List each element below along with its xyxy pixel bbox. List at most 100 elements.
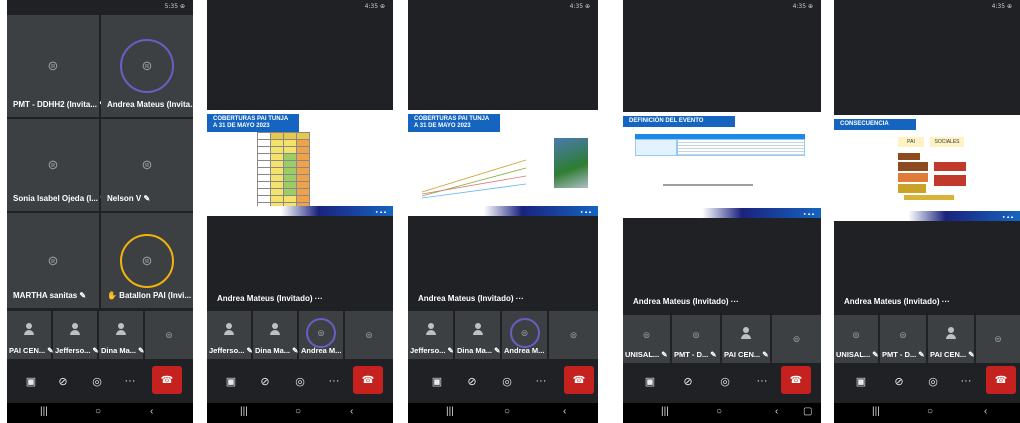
strip-tile[interactable]: PAI CEN... ✎ — [928, 315, 974, 363]
person-icon — [270, 323, 280, 337]
person-icon: ⊜ — [47, 252, 59, 268]
strip-tile[interactable]: Jefferso... ✎ — [408, 311, 454, 359]
phone-screen-4: 4:35 ⊕ DEFINICIÓN DEL EVENTO ● ▲▲ Andrea… — [623, 0, 821, 423]
status-bar: 4:35 ⊕ — [569, 3, 590, 10]
strip-tile[interactable]: ⊜ PMT - D... ✎ — [672, 315, 720, 363]
back-icon[interactable]: ‹ — [775, 406, 778, 417]
strip-tile[interactable]: Dina Ma... ✎ — [99, 311, 145, 359]
mic-off-icon[interactable]: ⊘ — [54, 372, 72, 390]
call-controls: ▣ ⊘ ◎ ··· ☎ — [623, 364, 821, 398]
presenter-label: Andrea Mateus (Invitado) ··· — [844, 297, 950, 306]
home-icon[interactable]: ○ — [95, 406, 101, 417]
hangup-button[interactable]: ☎ — [781, 366, 811, 394]
back-icon[interactable]: ‹ — [150, 406, 153, 417]
audio-icon[interactable]: ◎ — [924, 372, 942, 390]
consequence-bar — [898, 184, 926, 193]
keyboard-toggle-icon[interactable]: ▢ — [803, 406, 812, 417]
camera-off-icon[interactable]: ▣ — [641, 372, 659, 390]
strip-tile[interactable]: ⊜ PMT - D... ✎ — [880, 315, 926, 363]
pai-box: PAI — [898, 137, 924, 147]
strip-tile[interactable]: Jefferso... ✎ — [53, 311, 99, 359]
hangup-button[interactable]: ☎ — [986, 366, 1016, 394]
recents-icon[interactable]: ||| — [40, 406, 48, 417]
strip-tile[interactable]: ⊜ Andrea M... — [299, 311, 343, 359]
mic-off-icon[interactable]: ⊘ — [890, 372, 908, 390]
strip-tile[interactable]: Dina Ma... ✎ — [455, 311, 500, 359]
strip-tile[interactable]: PAI CEN... ✎ — [7, 311, 53, 359]
strip-label: Dina Ma... ✎ — [101, 346, 145, 355]
participant-tile[interactable]: ⊜ Nelson V ✎ — [101, 119, 193, 211]
phone-screen-3: 4:35 ⊕ COBERTURAS PAI TUNJA A 31 DE MAYO… — [408, 0, 598, 423]
hangup-button[interactable]: ☎ — [564, 366, 594, 394]
mic-off-icon[interactable]: ⊘ — [463, 372, 481, 390]
camera-off-icon[interactable]: ▣ — [22, 372, 40, 390]
strip-label: Jefferso... ✎ — [55, 346, 99, 355]
strip-label: PAI CEN... ✎ — [724, 350, 769, 359]
person-icon: ⊜ — [569, 329, 578, 340]
audio-icon[interactable]: ◎ — [88, 372, 106, 390]
strip-tile[interactable]: Jefferso... ✎ — [207, 311, 253, 359]
strip-tile[interactable]: ⊜ Andrea M... — [502, 311, 547, 359]
android-nav-bar: ||| ○ ‹ ▢ — [623, 403, 821, 423]
more-icon[interactable]: ··· — [121, 372, 139, 390]
mic-off-icon[interactable]: ⊘ — [679, 372, 697, 390]
person-icon: ⊜ — [165, 329, 173, 340]
slide-footer: ● ▲▲ — [408, 206, 598, 216]
strip-label: Dina Ma... ✎ — [255, 346, 299, 355]
strip-tile[interactable]: PAI CEN... ✎ — [722, 315, 770, 363]
audio-icon[interactable]: ◎ — [716, 372, 734, 390]
back-icon[interactable]: ‹ — [984, 406, 987, 417]
call-controls: ▣ ⊘ ◎ ··· ☎ — [7, 364, 193, 398]
hangup-icon: ☎ — [160, 374, 174, 386]
slide-title: CONSECUENCIA — [834, 119, 916, 130]
camera-off-icon[interactable]: ▣ — [222, 372, 240, 390]
recents-icon[interactable]: ||| — [240, 406, 248, 417]
hangup-icon: ☎ — [789, 374, 803, 386]
home-icon[interactable]: ○ — [295, 406, 301, 417]
home-icon[interactable]: ○ — [927, 406, 933, 417]
strip-tile[interactable]: ⊜ — [549, 311, 598, 359]
participant-tile[interactable]: ⊜ Sonia Isabel Ojeda (I... ✎ — [7, 119, 101, 211]
strip-tile[interactable]: ⊜ — [145, 311, 193, 359]
more-icon[interactable]: ··· — [325, 372, 343, 390]
more-icon[interactable]: ··· — [532, 372, 550, 390]
home-icon[interactable]: ○ — [716, 406, 722, 417]
participant-tile[interactable]: ⊜ ✋ Batallon PAI (Invi... ✎ — [101, 213, 193, 308]
definition-table — [635, 134, 805, 156]
participant-tile[interactable]: ⊜ PMT - DDHH2 (Invita... ✎ — [7, 15, 101, 117]
mic-off-icon[interactable]: ⊘ — [256, 372, 274, 390]
strip-tile[interactable]: ⊜ UNISAL... ✎ — [623, 315, 670, 363]
recents-icon[interactable]: ||| — [661, 406, 669, 417]
strip-tile[interactable]: ⊜ — [772, 315, 821, 363]
back-icon[interactable]: ‹ — [563, 406, 566, 417]
recents-icon[interactable]: ||| — [872, 406, 880, 417]
hangup-button[interactable]: ☎ — [353, 366, 383, 394]
more-icon[interactable]: ··· — [753, 372, 771, 390]
strip-tile[interactable]: ⊜ — [976, 315, 1020, 363]
participant-tile[interactable]: ⊜ MARTHA sanitas ✎ — [7, 213, 99, 308]
audio-icon[interactable]: ◎ — [291, 372, 309, 390]
camera-off-icon[interactable]: ▣ — [428, 372, 446, 390]
more-icon[interactable]: ··· — [957, 372, 975, 390]
strip-tile[interactable]: ⊜ — [345, 311, 393, 359]
audio-icon[interactable]: ◎ — [498, 372, 516, 390]
hangup-button[interactable]: ☎ — [152, 366, 182, 394]
strip-tile[interactable]: ⊜ UNISAL... ✎ — [834, 315, 879, 363]
slide-title: COBERTURAS PAI TUNJA A 31 DE MAYO 2023 — [408, 114, 500, 132]
presenter-label: Andrea Mateus (Invitado) ··· — [418, 294, 524, 303]
home-icon[interactable]: ○ — [504, 406, 510, 417]
android-nav-bar: ||| ○ ‹ — [207, 403, 393, 423]
person-icon: ⊜ — [792, 333, 801, 344]
participant-strip: Jefferso... ✎ Dina Ma... ✎ ⊜ Andrea M... … — [207, 311, 393, 361]
strip-tile[interactable]: Dina Ma... ✎ — [253, 311, 299, 359]
back-icon[interactable]: ‹ — [350, 406, 353, 417]
slide-title: COBERTURAS PAI TUNJA A 31 DE MAYO 2023 — [207, 114, 299, 132]
participant-tile[interactable]: ⊜ Andrea Mateus (Invita... — [101, 15, 193, 117]
person-icon — [425, 323, 436, 337]
participant-strip: Jefferso... ✎ Dina Ma... ✎ ⊜ Andrea M... … — [408, 311, 598, 361]
person-icon: ⊜ — [141, 58, 153, 73]
camera-off-icon[interactable]: ▣ — [852, 372, 870, 390]
recents-icon[interactable]: ||| — [446, 406, 454, 417]
call-controls: ▣ ⊘ ◎ ··· ☎ — [207, 364, 393, 398]
person-icon: ⊜ — [899, 329, 907, 340]
